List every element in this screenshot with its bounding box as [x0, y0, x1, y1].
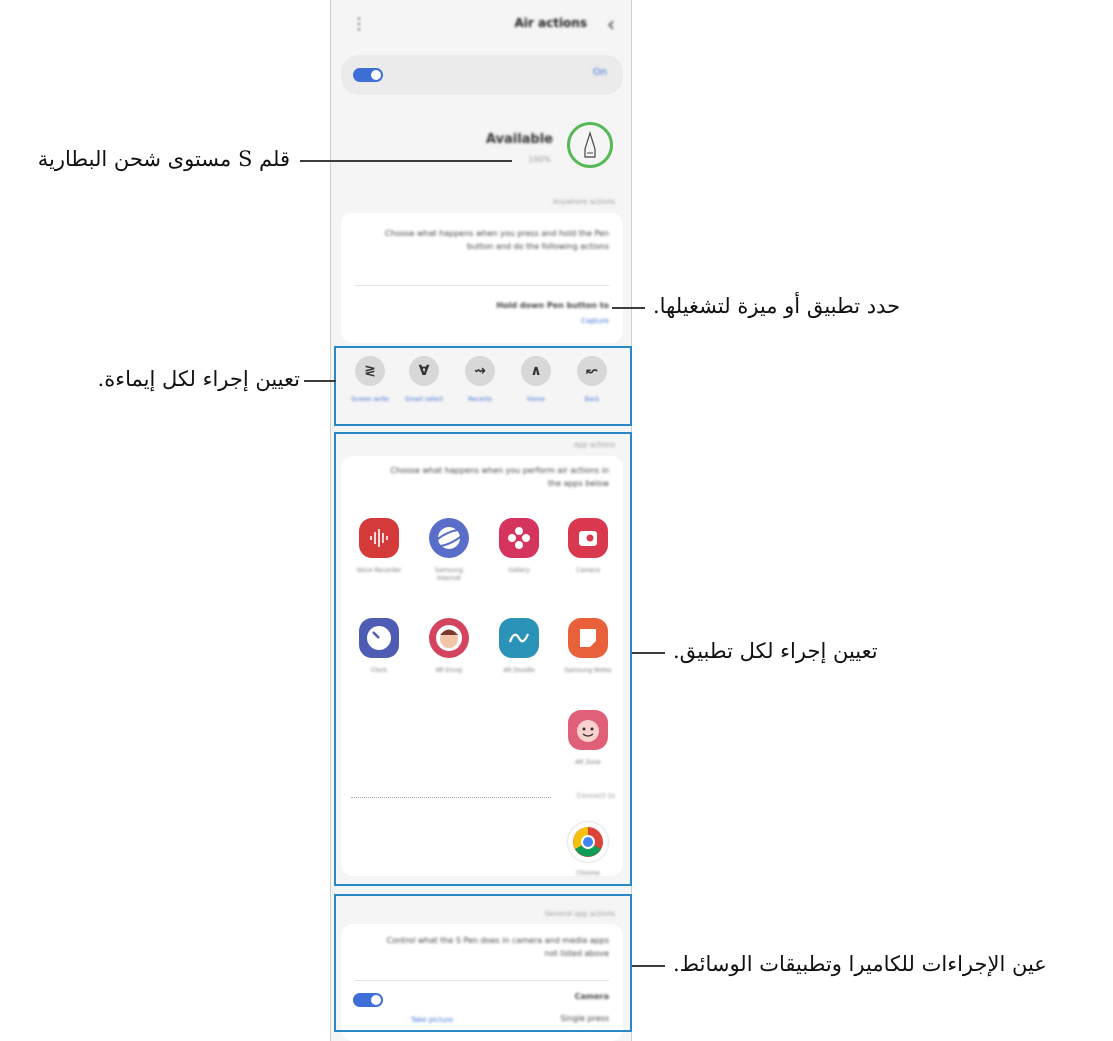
media-annotation: عين الإجراءات للكاميرا وتطبيقات الوسائط. [673, 952, 1047, 976]
app-annotation: تعيين إجراء لكل تطبيق. [673, 639, 878, 663]
media-callout-line [632, 965, 665, 967]
gesture-callout-line [304, 380, 336, 382]
battery-callout-line [300, 160, 512, 162]
anywhere-actions-card: Choose what happens when you press and h… [341, 213, 623, 343]
gestures-highlight-box [334, 346, 632, 426]
gesture-annotation: تعيين إجراء لكل إيماءة. [97, 367, 300, 391]
battery-annotation: قلم S مستوى شحن البطارية [37, 147, 290, 171]
app-actions-highlight-box [334, 432, 632, 886]
hold-pen-button-row[interactable]: Hold down Pen button to [379, 299, 609, 312]
feature-annotation: حدد تطبيق أو ميزة لتشغيلها. [653, 294, 901, 318]
s-pen-icon [567, 122, 613, 168]
page-title: Air actions [514, 16, 588, 30]
anywhere-description: Choose what happens when you press and h… [384, 229, 609, 251]
app-callout-line [632, 652, 665, 654]
media-actions-highlight-box [334, 894, 632, 1032]
divider [355, 285, 609, 286]
feature-callout-line [612, 307, 645, 309]
pen-status: Available [485, 132, 553, 147]
master-switch-row[interactable]: On [341, 55, 623, 95]
back-icon[interactable]: ‹ [607, 12, 615, 36]
anywhere-actions-header: Anywhere actions [552, 198, 615, 206]
hold-pen-button-value: Capture [581, 317, 609, 325]
master-toggle[interactable] [353, 68, 383, 82]
more-options-icon[interactable]: ⋮ [351, 16, 367, 32]
top-bar: ⋮ Air actions ‹ [331, 0, 631, 50]
on-label: On [592, 67, 607, 78]
